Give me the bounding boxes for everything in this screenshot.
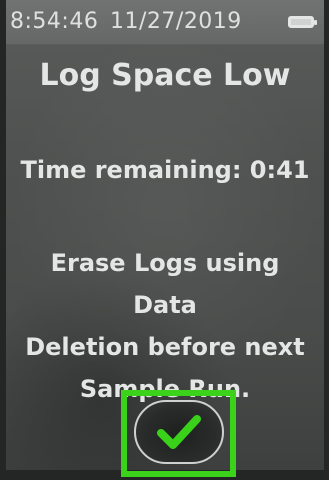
status-time: 8:54:46 [10,9,99,34]
dialog-message: Erase Logs using Data Deletion before ne… [16,242,314,410]
battery-icon [288,16,317,28]
message-line: Erase Logs using Data [50,249,280,319]
message-line: Deletion before next [25,333,305,361]
device-frame: 8:54:46 11/27/2019 Log Space Low Time re… [0,0,329,480]
checkmark-icon [157,415,201,449]
battery-level-fill [291,19,311,25]
status-bar: 8:54:46 11/27/2019 [6,0,324,45]
time-remaining-text: Time remaining: 0:41 [20,156,310,184]
device-screen: 8:54:46 11/27/2019 Log Space Low Time re… [6,0,324,477]
status-date: 11/27/2019 [110,9,242,34]
dialog-title: Log Space Low [39,58,291,93]
confirm-button[interactable] [134,400,224,464]
